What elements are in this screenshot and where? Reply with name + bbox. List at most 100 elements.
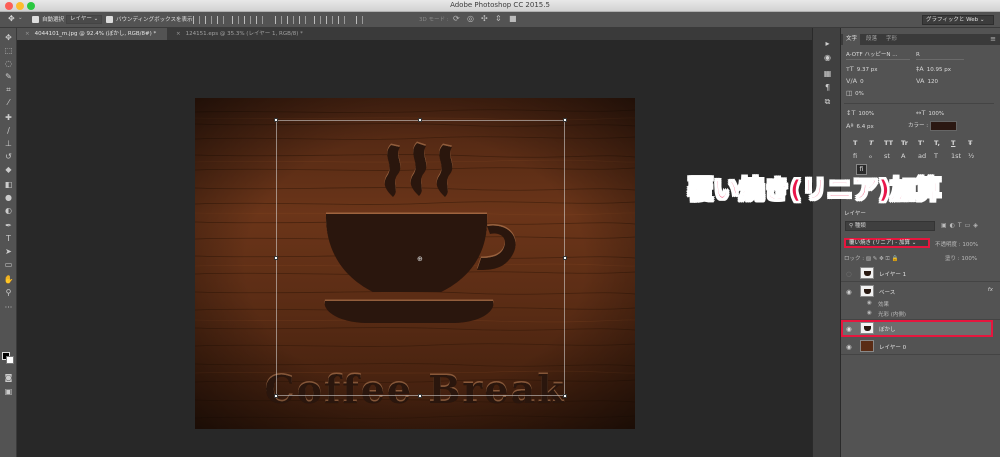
3d-slide-icon[interactable]: ⇕ bbox=[495, 14, 502, 23]
quick-mask-icon[interactable]: ◙ bbox=[3, 372, 14, 383]
bounding-box-checkbox[interactable] bbox=[106, 16, 113, 23]
pen-tool-icon[interactable]: ✒ bbox=[3, 220, 14, 231]
align-vcenter-icon[interactable] bbox=[205, 16, 212, 24]
document-canvas[interactable]: Coffee Break ⊕ bbox=[195, 98, 635, 429]
font-family-select[interactable]: A-OTF ハッピーN ... bbox=[846, 51, 910, 60]
paint-bucket-tool-icon[interactable]: ◧ bbox=[3, 179, 14, 190]
transform-handle-top[interactable] bbox=[418, 118, 422, 122]
titling-alternates-button[interactable]: T bbox=[934, 152, 938, 160]
libraries-panel-icon[interactable]: ⧉ bbox=[822, 96, 833, 107]
distribute-bottom-icon[interactable] bbox=[299, 16, 306, 24]
healing-brush-tool-icon[interactable]: ✚ bbox=[3, 112, 14, 123]
transform-handle-top-right[interactable] bbox=[563, 118, 567, 122]
align-bottom-icon[interactable] bbox=[217, 16, 224, 24]
text-color-swatch[interactable] bbox=[930, 121, 957, 131]
hand-tool-icon[interactable]: ✋ bbox=[3, 274, 14, 285]
clone-stamp-tool-icon[interactable]: ⊥ bbox=[3, 138, 14, 149]
document-tab-active[interactable]: × 4044101_m.jpg @ 92.4% (ぼかし, RGB/8#) * bbox=[17, 28, 167, 40]
auto-select-checkbox[interactable] bbox=[32, 16, 39, 23]
underline-button[interactable]: T bbox=[951, 139, 955, 147]
discretionary-ligatures-button[interactable]: st bbox=[884, 152, 890, 160]
horizontal-scale-field[interactable]: ↔T 100% bbox=[916, 109, 976, 118]
strikethrough-button[interactable]: Ŧ bbox=[968, 139, 972, 147]
tab-layers[interactable]: レイヤー bbox=[844, 209, 866, 217]
leading-field[interactable]: ‡A 10.95 px bbox=[916, 65, 976, 74]
font-style-select[interactable]: R bbox=[916, 51, 964, 60]
align-top-icon[interactable] bbox=[193, 16, 200, 24]
superscript-button[interactable]: T' bbox=[918, 139, 924, 147]
fx-icon[interactable]: fx bbox=[988, 287, 993, 293]
ordinals-button[interactable]: 1st bbox=[951, 152, 961, 160]
layer-filter-select[interactable]: ⚲ 種類 bbox=[845, 221, 935, 231]
visibility-hidden-icon[interactable]: ○ bbox=[846, 270, 852, 278]
small-caps-button[interactable]: Tr bbox=[901, 139, 908, 147]
transform-bounding-box[interactable]: ⊕ bbox=[274, 118, 567, 398]
faux-italic-button[interactable]: T bbox=[869, 139, 873, 147]
ligature-button[interactable]: fi bbox=[853, 152, 857, 160]
lasso-tool-icon[interactable]: ◌ bbox=[3, 58, 14, 69]
distribute-top-icon[interactable] bbox=[275, 16, 282, 24]
tab-character[interactable]: 文字 bbox=[843, 34, 861, 45]
zoom-tool-icon[interactable]: ⚲ bbox=[3, 287, 14, 298]
contextual-alternates-button[interactable]: ℴ bbox=[869, 152, 872, 160]
paragraph-panel-icon[interactable]: ¶ bbox=[822, 82, 833, 93]
align-right-icon[interactable] bbox=[256, 16, 263, 24]
tab-paragraph[interactable]: 段落 bbox=[863, 34, 880, 45]
3d-pan-icon[interactable]: ✣ bbox=[481, 14, 488, 23]
effect-item-row[interactable]: ◉ 光彩 (内側) bbox=[841, 309, 1000, 320]
fill-field[interactable]: 塗り : 100% bbox=[945, 254, 977, 262]
marquee-tool-icon[interactable]: ⬚ bbox=[3, 45, 14, 56]
eyedropper-tool-icon[interactable]: ⁄ bbox=[3, 97, 14, 108]
layer-filter-icons[interactable]: ▣◐T▭◈ bbox=[941, 222, 981, 229]
blur-tool-icon[interactable]: ● bbox=[3, 192, 14, 203]
auto-align-icon[interactable] bbox=[356, 16, 363, 24]
layer-row[interactable]: ◉ ベース fx bbox=[841, 283, 1000, 299]
move-tool-icon[interactable]: ✥ bbox=[8, 14, 15, 23]
all-caps-button[interactable]: TT bbox=[884, 139, 893, 147]
adjustments-panel-icon[interactable]: ◉ bbox=[822, 52, 833, 63]
eye-icon[interactable]: ◉ bbox=[846, 325, 852, 333]
panel-menu-icon[interactable]: ≡ bbox=[990, 34, 996, 45]
faux-bold-button[interactable]: T bbox=[853, 139, 857, 147]
close-tab-icon[interactable]: × bbox=[25, 31, 30, 37]
eye-icon[interactable]: ◉ bbox=[846, 343, 852, 351]
transform-handle-left[interactable] bbox=[274, 256, 278, 260]
dodge-tool-icon[interactable]: ◐ bbox=[3, 205, 14, 216]
transform-handle-right[interactable] bbox=[563, 256, 567, 260]
subscript-button[interactable]: T, bbox=[934, 139, 940, 147]
quick-select-tool-icon[interactable]: ✎ bbox=[3, 71, 14, 82]
swatches-panel-icon[interactable]: ▦ bbox=[822, 68, 833, 79]
path-select-tool-icon[interactable]: ➤ bbox=[3, 246, 14, 257]
tab-glyphs[interactable]: 字形 bbox=[883, 34, 900, 45]
layer-row-selected[interactable]: ◉ ぼかし bbox=[841, 320, 993, 337]
layer-row[interactable]: ○ レイヤー 1 bbox=[841, 265, 1000, 282]
transform-handle-bottom-left[interactable] bbox=[274, 394, 278, 398]
distribute-right-icon[interactable] bbox=[338, 16, 345, 24]
type-tool-icon[interactable]: T bbox=[3, 233, 14, 244]
auto-select-dropdown[interactable]: レイヤー ⌄ bbox=[66, 15, 103, 24]
distribute-vcenter-icon[interactable] bbox=[287, 16, 294, 24]
blend-mode-select[interactable]: 覆い焼き (リニア) - 加算 ⌄ bbox=[844, 238, 930, 248]
tsume-field[interactable]: ◫ 0% bbox=[846, 89, 906, 98]
tracking-field[interactable]: VA 120 bbox=[916, 77, 976, 86]
brush-tool-icon[interactable]: ∕ bbox=[3, 125, 14, 136]
distribute-left-icon[interactable] bbox=[314, 16, 321, 24]
layer-row[interactable]: ◉ レイヤー 0 bbox=[841, 338, 1000, 355]
eye-icon[interactable]: ◉ bbox=[846, 288, 852, 296]
reference-point-icon[interactable]: ⊕ bbox=[417, 255, 423, 263]
document-tab[interactable]: × 124151.eps @ 35.3% (レイヤー 1, RGB/8) * bbox=[168, 28, 348, 40]
swash-button[interactable]: A bbox=[901, 152, 905, 160]
3d-scale-icon[interactable]: ■ bbox=[509, 14, 517, 23]
eraser-tool-icon[interactable]: ◆ bbox=[3, 164, 14, 175]
background-color-swatch[interactable] bbox=[6, 356, 14, 364]
distribute-hcenter-icon[interactable] bbox=[326, 16, 333, 24]
workspace-switcher[interactable]: グラフィックと Web ⌄ bbox=[922, 15, 994, 25]
tool-preset-chevron-icon[interactable]: ⌄ bbox=[18, 15, 23, 21]
lock-icons[interactable]: ▨ ✎ ✥ ⚿ 🔒 bbox=[866, 256, 898, 262]
effects-row[interactable]: ◉ 効果 bbox=[841, 299, 1000, 309]
transform-handle-bottom[interactable] bbox=[418, 394, 422, 398]
shape-tool-icon[interactable]: ▭ bbox=[3, 259, 14, 270]
history-panel-icon[interactable]: ▸ bbox=[822, 38, 833, 49]
vertical-scale-field[interactable]: ↕T 100% bbox=[846, 109, 906, 118]
transform-handle-top-left[interactable] bbox=[274, 118, 278, 122]
